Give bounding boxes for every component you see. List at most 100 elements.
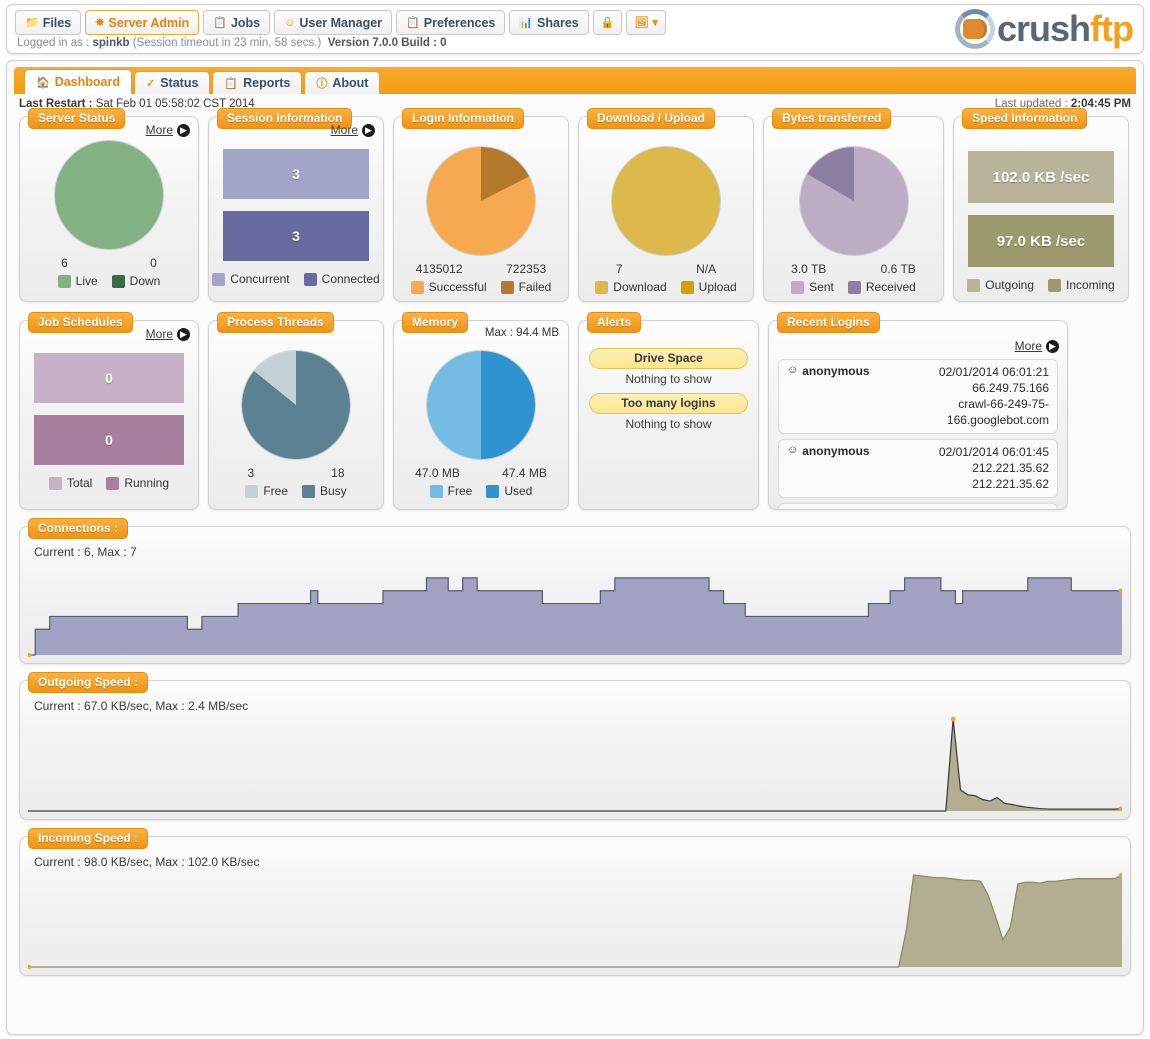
session-timeout: (Session timeout in 23 min, 58 secs.) [132,37,322,49]
alert-drive-space-pill[interactable]: Drive Space [589,348,748,369]
version-label: Version 7.0.0 Build : 0 [327,37,447,49]
legend-label: Running [124,476,170,490]
widget-title: Job Schedules [28,312,133,333]
crushftp-logo: crushftp [954,9,1134,49]
download-upload-legend: Download Upload [579,280,753,301]
nav-tab-jobs[interactable]: 📋 Jobs [203,10,271,35]
widget-alerts: Alerts Drive Space Nothing to show Too m… [578,312,759,510]
nav-tab-server-admin[interactable]: ✵ Server Admin [85,10,200,35]
nav-tab-preferences[interactable]: 📋 Preferences [396,10,506,35]
widget-recent-logins: Recent Logins More ▶ ☺ anonymous 02/01/2… [768,312,1068,510]
legend-swatch [302,484,315,498]
widget-row-2: Job Schedules More ▶ 0 0 Total Running P… [19,312,1131,510]
check-icon: ✓ [146,77,156,90]
tab-status[interactable]: ✓ Status [134,71,211,94]
list-item[interactable]: ☺ anonymous 02/01/2014 06:01:21 66.249.7… [778,359,1058,434]
nav-tab-user-manager[interactable]: ☺ User Manager [274,10,393,35]
logged-in-label: Logged in as : [17,37,90,49]
login-host: crawl-66-249-75-166.googlebot.com [946,397,1049,427]
legend-label: Successful [428,280,487,294]
widget-title: Memory [402,312,469,333]
server-status-more-link[interactable]: More ▶ [146,123,190,137]
clipboard-icon: 📋 [213,17,227,29]
login-timestamp: 02/01/2014 06:01:46 [939,508,1049,509]
arrow-icon: ▶ [1046,339,1059,353]
job-total-bar: 0 [34,353,184,403]
home-icon: 🏠 [36,76,50,89]
server-status-value-down: 0 [150,256,157,270]
download-value: 7 [615,262,623,276]
speed-incoming-bar: 97.0 KB /sec [968,215,1114,267]
session-information-more-link[interactable]: More ▶ [331,123,375,137]
legend-label: Failed [518,280,552,294]
login-host: 212.221.35.62 [972,477,1049,491]
login-value-successful: 4135012 [415,262,463,276]
nav-tab-shares[interactable]: 📊 Shares [509,10,589,35]
legend-swatch [429,484,443,498]
list-item[interactable]: ☺ anonymous 02/01/2014 06:01:46 200.24.1… [778,503,1058,509]
legend-swatch [111,274,125,288]
logo-mark-icon [954,9,995,49]
recent-logins-more-link[interactable]: More ▶ [1015,339,1059,353]
clipboard-icon: 📋 [224,77,239,90]
tab-label: About [332,76,369,90]
widget-title: Login Information [402,108,524,129]
main-navigation: 📁 Files ✵ Server Admin 📋 Jobs ☺ User Man… [15,10,666,35]
legend-label: Received [865,280,916,294]
nav-tab-files[interactable]: 📁 Files [15,10,82,35]
widget-server-status: Server Status More ▶ 6 0 Live Down [19,108,199,302]
legend-swatch [1048,278,1061,292]
username: spinkb [92,37,130,49]
session-information-legend: Concurrent Connected [209,272,383,293]
legend-label: Busy [320,484,347,498]
widget-login-information: Login Information 4135012 722353 Success… [393,108,569,302]
widget-speed-information: Speed Information 102.0 KB /sec 97.0 KB … [953,108,1129,302]
legend-swatch [500,280,514,294]
widget-title: Alerts [587,312,642,333]
login-value-failed: 722353 [506,262,547,276]
bytes-transferred-legend: Sent Received [764,280,943,301]
chart-icon: 📊 [519,17,534,29]
bytes-transferred-pie-chart [799,147,908,255]
widget-download-upload: Download / Upload 7 N/A Download Upload [578,108,754,302]
tab-dashboard[interactable]: 🏠 Dashboard [24,69,132,94]
incoming-speed-area-chart [28,872,1122,969]
server-status-value-live: 6 [61,256,68,270]
widget-title: Download / Upload [587,108,715,129]
nav-tab-image-menu[interactable]: 🖼 ▾ [626,10,666,35]
job-schedules-more-link[interactable]: More ▶ [146,327,190,341]
tab-reports[interactable]: 📋 Reports [212,71,303,94]
login-ip: 66.249.75.166 [972,381,1049,395]
nav-tab-label: Server Admin [108,15,190,30]
list-item[interactable]: ☺ anonymous 02/01/2014 06:01:45 212.221.… [778,439,1058,498]
clipboard-icon: 📋 [406,17,420,29]
session-connected-bar: 3 [223,211,369,261]
job-running-bar: 0 [34,415,184,465]
nav-tab-lock[interactable]: 🔒 [592,10,623,35]
widget-memory: Memory Max : 94.4 MB 47.0 MB 47.4 MB Fre… [393,312,569,510]
bytes-sent-value: 3.0 TB [791,262,827,276]
alert-too-many-logins-pill[interactable]: Too many logins [589,393,748,414]
legend-swatch [410,280,424,294]
login-ip: 212.221.35.62 [972,461,1049,475]
session-status-line: Logged in as : spinkb (Session timeout i… [17,37,447,49]
tab-about[interactable]: ⓘ About [304,71,381,94]
threads-free-value: 3 [247,466,255,480]
legend-swatch [967,278,981,292]
incoming-speed-summary: Current : 98.0 KB/sec, Max : 102.0 KB/se… [34,855,260,869]
legend-swatch [680,280,694,294]
memory-max-label: Max : 94.4 MB [484,327,559,339]
memory-pie-chart [427,351,535,459]
outgoing-speed-summary: Current : 67.0 KB/sec, Max : 2.4 MB/sec [34,699,249,713]
recent-logins-list[interactable]: ☺ anonymous 02/01/2014 06:01:21 66.249.7… [778,359,1058,509]
process-threads-legend: Free Busy [209,484,383,505]
nav-tab-label: Files [42,15,72,30]
more-label: More [145,123,173,137]
login-timestamp: 02/01/2014 06:01:45 [938,445,1049,459]
info-icon: ⓘ [316,78,328,90]
threads-busy-value: 18 [331,466,345,480]
connections-area-chart [28,577,1122,657]
nav-tab-label: Shares [537,15,579,30]
speed-information-legend: Outgoing Incoming [954,278,1128,299]
top-header-bar: 📁 Files ✵ Server Admin 📋 Jobs ☺ User Man… [6,4,1144,54]
